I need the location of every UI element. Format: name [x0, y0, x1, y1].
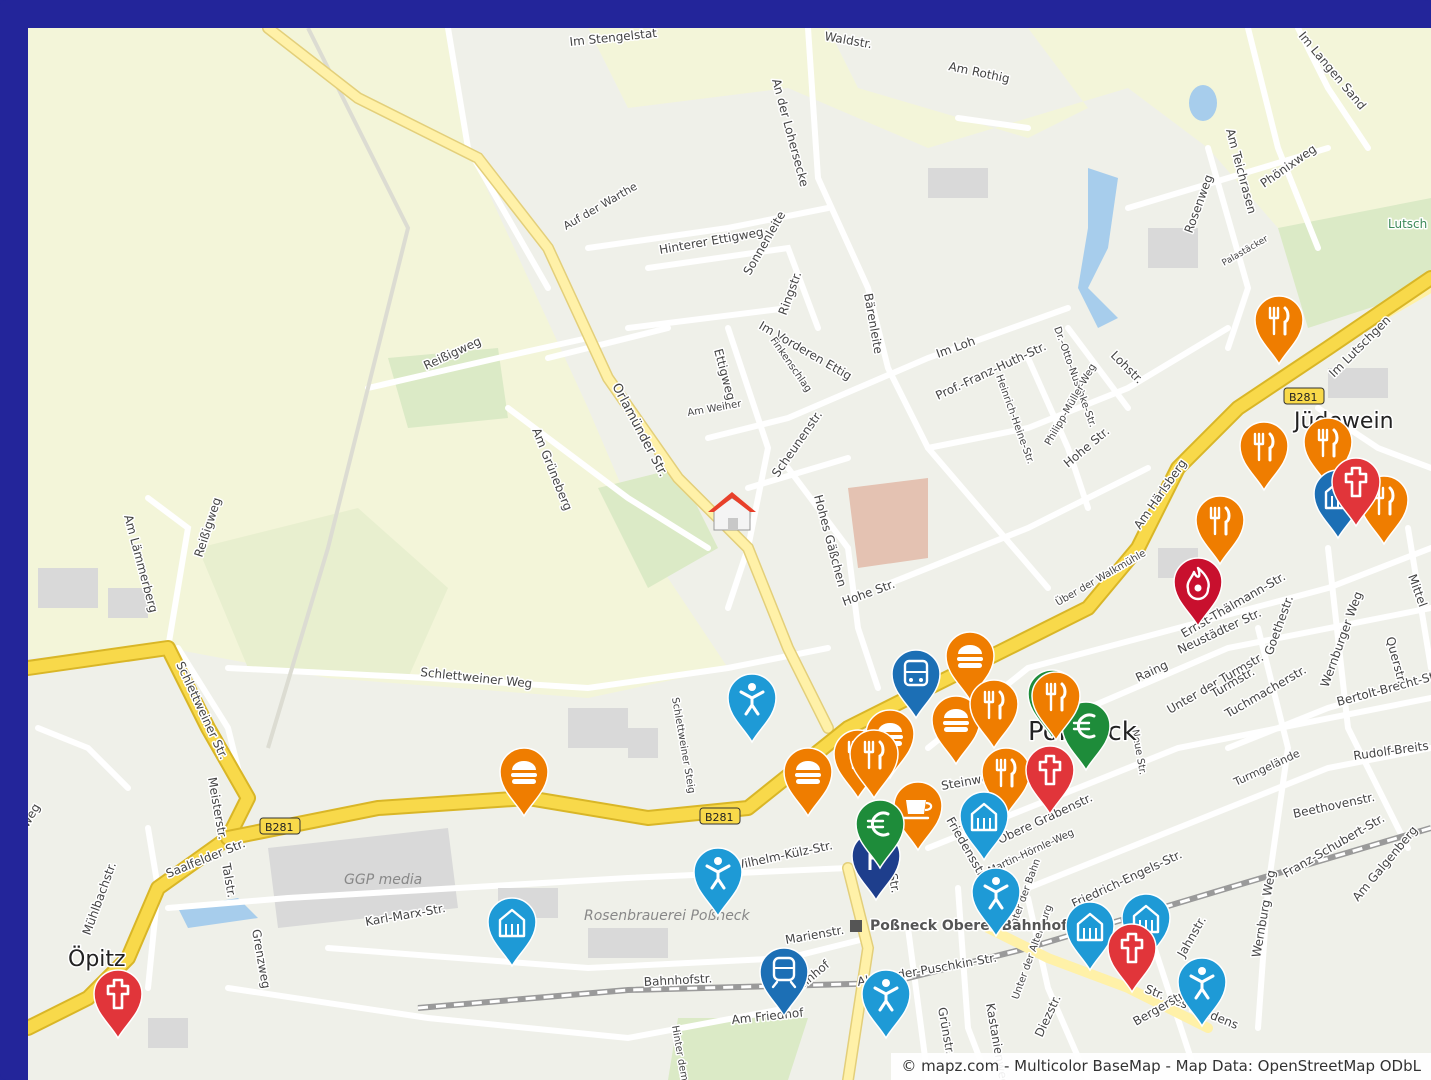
train-station-marker[interactable] — [759, 947, 809, 1017]
home-marker[interactable] — [708, 492, 756, 531]
school-marker[interactable] — [959, 791, 1009, 861]
fast-food-marker[interactable] — [499, 747, 549, 817]
church-marker[interactable] — [1025, 745, 1075, 815]
restaurant-marker[interactable] — [1239, 421, 1289, 491]
playground-marker[interactable] — [693, 847, 743, 917]
school-marker[interactable] — [487, 897, 537, 967]
school-marker[interactable] — [1065, 901, 1115, 971]
playground-marker[interactable] — [971, 867, 1021, 937]
playground-marker[interactable] — [727, 673, 777, 743]
restaurant-marker[interactable] — [1195, 495, 1245, 565]
fast-food-marker[interactable] — [783, 747, 833, 817]
restaurant-marker[interactable] — [969, 679, 1019, 749]
restaurant-marker[interactable] — [1254, 295, 1304, 365]
playground-marker[interactable] — [1177, 957, 1227, 1027]
map-attribution[interactable]: © mapz.com - Multicolor BaseMap - Map Da… — [891, 1053, 1431, 1080]
map-canvas[interactable]: Im Stengelstat Waldstr. Am Rothig An der… — [28, 28, 1431, 1080]
house-icon — [708, 492, 756, 531]
bus-stop-marker[interactable] — [891, 649, 941, 719]
map-frame: Im Stengelstat Waldstr. Am Rothig An der… — [0, 0, 1431, 1080]
church-marker[interactable] — [93, 969, 143, 1039]
poi-markers — [93, 295, 1409, 1039]
church-marker[interactable] — [1107, 923, 1157, 993]
playground-marker[interactable] — [861, 969, 911, 1039]
fire-station-marker[interactable] — [1173, 557, 1223, 627]
